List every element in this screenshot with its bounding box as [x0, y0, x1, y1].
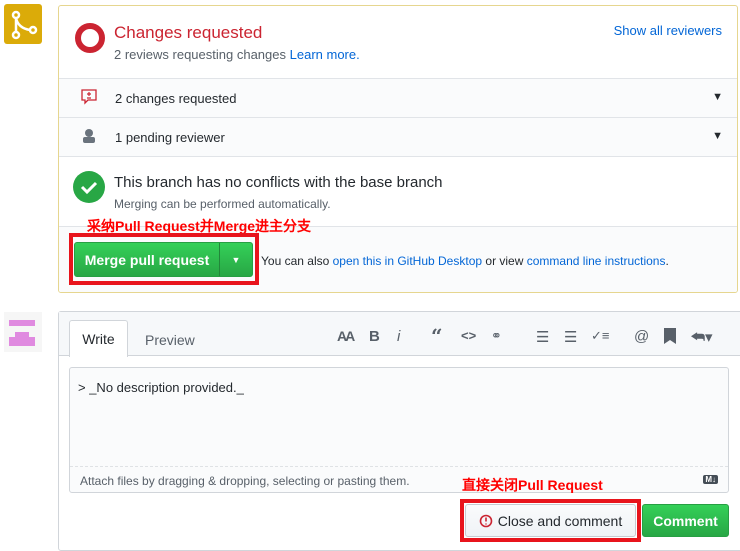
identicon: [9, 320, 35, 346]
chevron-down-icon[interactable]: ▼: [712, 130, 723, 142]
tab-write[interactable]: Write: [69, 320, 128, 357]
user-avatar: [4, 312, 42, 352]
close-and-comment-button[interactable]: Close and comment: [465, 504, 636, 537]
quote-icon[interactable]: “: [431, 324, 443, 348]
git-merge-icon: [11, 10, 38, 40]
comment-button[interactable]: Comment: [642, 504, 729, 537]
issue-closed-icon: [479, 514, 493, 527]
comment-textarea[interactable]: > _No description provided._: [78, 380, 244, 395]
also-text: You can also: [261, 254, 330, 268]
pending-reviewer-row[interactable]: 1 pending reviewer ▼: [59, 118, 737, 157]
merge-icon-badge: [4, 4, 42, 44]
learn-more-link[interactable]: Learn more.: [290, 47, 360, 62]
row-label: 1 pending reviewer: [115, 130, 225, 145]
tab-preview[interactable]: Preview: [145, 332, 195, 348]
merge-dropdown-caret-icon[interactable]: ▼: [219, 243, 252, 276]
suffix: .: [665, 254, 669, 268]
task-list-icon[interactable]: ✓≡: [591, 328, 609, 344]
link-icon[interactable]: ⚭: [491, 328, 502, 344]
bold-icon[interactable]: B: [369, 328, 380, 345]
github-desktop-link[interactable]: open this in GitHub Desktop: [333, 254, 482, 268]
reply-icon[interactable]: ⮪▾: [691, 328, 712, 346]
merge-status-subtitle: Merging can be performed automatically.: [114, 197, 331, 211]
close-annotation: 直接关闭Pull Request: [462, 477, 603, 493]
close-label: Close and comment: [497, 512, 623, 529]
row-label: 2 changes requested: [115, 91, 237, 106]
chevron-down-icon[interactable]: ▼: [712, 91, 723, 103]
comment-textarea-wrap: > _No description provided._ Attach file…: [69, 367, 729, 493]
heading-icon[interactable]: AA: [337, 328, 355, 344]
merge-pull-request-button[interactable]: Merge pull request: [75, 243, 219, 276]
check-circle-icon: [73, 171, 105, 203]
mention-icon[interactable]: @: [634, 328, 649, 345]
changes-requested-row[interactable]: 2 changes requested ▼: [59, 79, 737, 118]
unordered-list-icon[interactable]: ☰: [536, 328, 549, 346]
show-all-reviewers-link[interactable]: Show all reviewers: [614, 23, 722, 38]
status-title: Changes requested: [114, 23, 263, 42]
merge-button-group: Merge pull request ▼: [74, 242, 253, 277]
code-icon[interactable]: <>: [461, 328, 476, 343]
file-diff-comment-icon: [81, 89, 97, 105]
command-line-link[interactable]: command line instructions: [527, 254, 666, 268]
ordered-list-icon[interactable]: ☰: [564, 328, 577, 346]
merge-status-title: This branch has no conflicts with the ba…: [114, 174, 443, 191]
review-status-section: Changes requested 2 reviews requesting c…: [59, 6, 737, 79]
person-icon: [83, 129, 95, 143]
or-view-text: or view: [485, 254, 524, 268]
bookmark-icon[interactable]: [664, 328, 676, 344]
markdown-icon[interactable]: M↓: [703, 475, 718, 484]
italic-icon[interactable]: i: [397, 328, 400, 345]
changes-requested-icon: [75, 23, 105, 53]
status-subtitle: 2 reviews requesting changes: [114, 47, 286, 62]
attach-bar[interactable]: Attach files by dragging & dropping, sel…: [70, 466, 728, 492]
attach-text: Attach files by dragging & dropping, sel…: [80, 474, 410, 488]
